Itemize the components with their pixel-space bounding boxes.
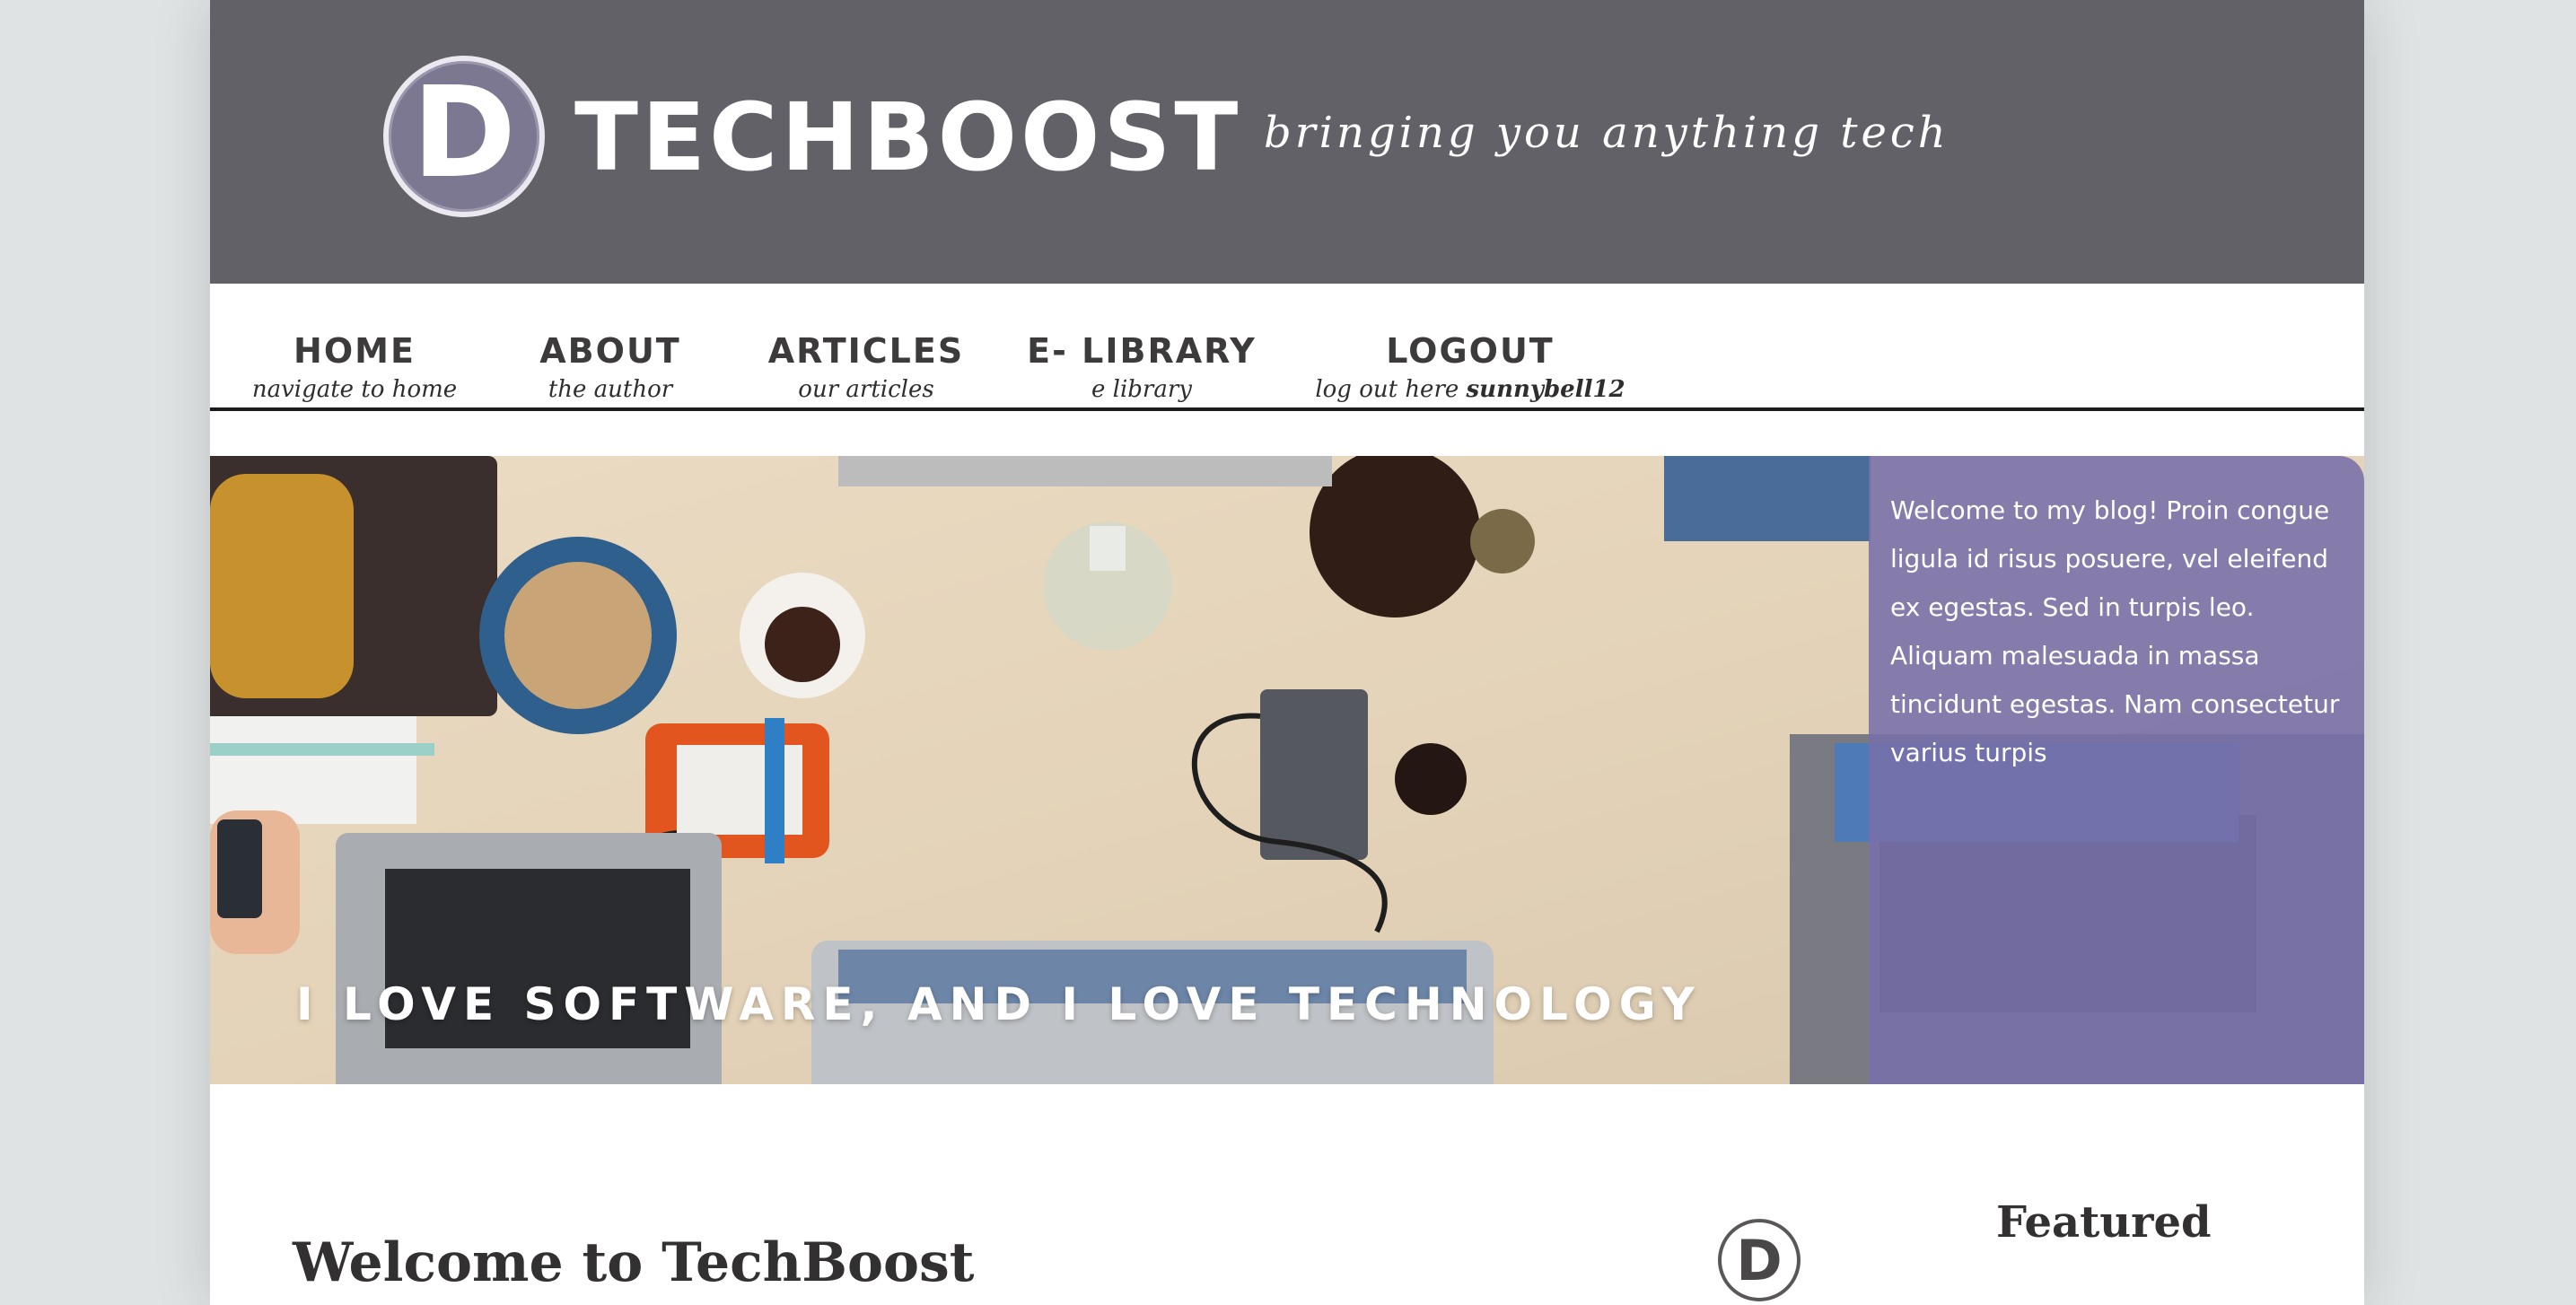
page: D TECHBOOST bringing you anything tech H… [210,0,2364,1305]
logo-icon[interactable]: D [383,56,545,217]
hero-caption: I LOVE SOFTWARE, AND I LOVE TECHNOLOGY [296,978,1702,1030]
nav-username: sunnybell12 [1466,376,1625,403]
site-title[interactable]: TECHBOOST [574,79,1241,196]
site-tagline: bringing you anything tech [1264,108,1950,158]
nav-item-about[interactable]: ABOUT the author [497,330,723,407]
welcome-panel: Welcome to my blog! Proin congue ligula … [1869,456,2364,1084]
featured-heading: Featured [1996,1197,2212,1248]
welcome-text: Welcome to my blog! Proin congue ligula … [1890,495,2340,767]
nav-about-sub: the author [548,376,673,403]
page-title: Welcome to TechBoost [293,1231,975,1294]
nav-item-logout[interactable]: LOGOUT log out here sunnybell12 [1298,330,1643,407]
nav-elibrary-sub: e library [1091,376,1192,403]
nav-home-sub: navigate to home [251,376,458,403]
nav-item-home[interactable]: HOME navigate to home [228,330,481,407]
logo-letter: D [411,60,517,206]
hero-banner: I LOVE SOFTWARE, AND I LOVE TECHNOLOGY W… [210,456,2364,1084]
nav-logout-sub-text: log out here [1315,376,1467,403]
nav-home-label: HOME [294,331,416,371]
author-logo-letter: D [1736,1227,1783,1293]
main-nav: HOME navigate to home ABOUT the author A… [210,284,2364,411]
site-header: D TECHBOOST bringing you anything tech [210,0,2364,284]
nav-logout-sub: log out here sunnybell12 [1298,372,1643,407]
nav-item-articles[interactable]: ARTICLES our articles [738,330,994,407]
nav-logout-label: LOGOUT [1386,331,1555,371]
nav-item-elibrary[interactable]: E- LIBRARY e library [1007,330,1276,407]
nav-articles-sub: our articles [798,376,934,403]
nav-articles-label: ARTICLES [767,331,965,371]
nav-elibrary-label: E- LIBRARY [1027,331,1257,371]
nav-about-label: ABOUT [539,331,681,371]
author-logo-icon: D [1718,1219,1801,1301]
